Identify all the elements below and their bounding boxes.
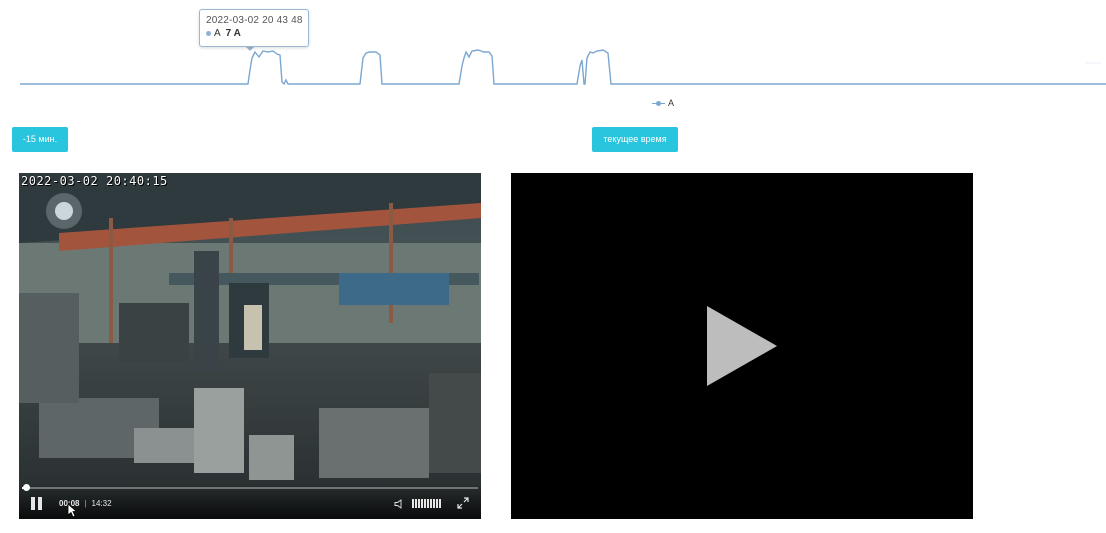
legend-label: A bbox=[668, 98, 675, 108]
volume-slider[interactable] bbox=[412, 499, 442, 508]
chart-svg bbox=[20, 49, 1106, 86]
tooltip-series-dot bbox=[206, 30, 211, 36]
legend-marker-icon bbox=[652, 100, 665, 108]
play-icon[interactable] bbox=[707, 306, 777, 386]
duration: 14:32 bbox=[91, 499, 112, 508]
chart-legend-item-a[interactable]: A bbox=[652, 98, 674, 108]
current-chart: 2022-03-02 20 43 48 A 7 A A bbox=[0, 0, 1106, 115]
pause-icon[interactable] bbox=[31, 497, 43, 510]
tooltip-series-name: A bbox=[214, 28, 221, 39]
progress-bar[interactable] bbox=[22, 484, 478, 491]
tooltip-timestamp: 2022-03-02 20 43 48 bbox=[206, 15, 303, 26]
volume-icon[interactable] bbox=[394, 499, 404, 509]
time-separator: | bbox=[84, 499, 87, 508]
series-line-a bbox=[20, 49, 1106, 86]
video-player-recording[interactable]: 2022-03-02 20:40:15 00:08 | 14:32 bbox=[19, 173, 481, 519]
camera-frame-image bbox=[19, 173, 481, 519]
progress-handle[interactable] bbox=[23, 484, 31, 491]
back-15-min-button[interactable]: -15 мин. bbox=[12, 127, 68, 152]
video-player-live[interactable] bbox=[511, 173, 973, 519]
camera-overlay-timestamp: 2022-03-02 20:40:15 bbox=[21, 174, 168, 188]
chart-tooltip: 2022-03-02 20 43 48 A 7 A bbox=[199, 9, 309, 47]
player-controls: 00:08 | 14:32 bbox=[19, 484, 481, 519]
mouse-cursor-icon bbox=[67, 503, 77, 518]
current-time-button[interactable]: текущее время bbox=[592, 127, 678, 152]
fullscreen-icon[interactable] bbox=[457, 497, 469, 509]
tooltip-row: A 7 A bbox=[206, 28, 241, 39]
tooltip-value: 7 A bbox=[225, 28, 241, 39]
